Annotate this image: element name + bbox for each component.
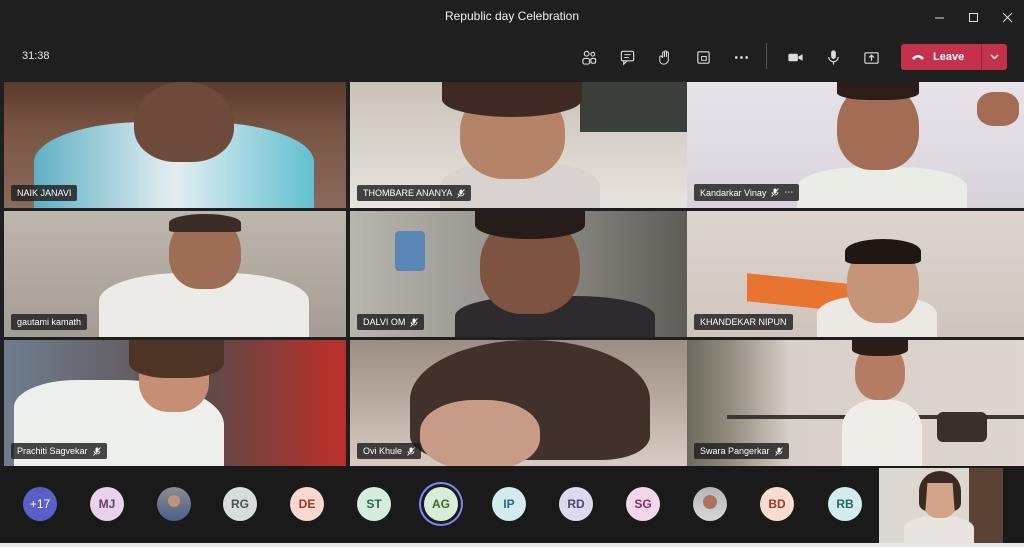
avatar[interactable]: DE (290, 487, 324, 521)
video-tile[interactable]: Kandarkar Vinay ⋯ (687, 82, 1024, 208)
avatar[interactable]: IP (492, 487, 526, 521)
video-tile[interactable]: NAIK JANAVI (4, 82, 346, 208)
video-tile[interactable]: THOMBARE ANANYA (350, 82, 692, 208)
avatar-photo[interactable] (693, 487, 727, 521)
breakout-rooms-icon (696, 50, 710, 64)
participant-name-tag: DALVI OM (357, 314, 425, 330)
participant-name-tag: KHANDEKAR NIPUN (694, 314, 793, 330)
participant-video (977, 92, 1019, 126)
participant-video (852, 340, 908, 356)
avatar[interactable]: ST (357, 487, 391, 521)
avatar-photo-face (703, 495, 717, 509)
participants-button[interactable] (570, 43, 608, 71)
avatar-active-speaker[interactable]: AG (424, 487, 458, 521)
rooms-button[interactable] (684, 43, 722, 71)
minimize-icon[interactable] (922, 0, 956, 34)
chat-icon (620, 50, 634, 65)
participant-video (129, 340, 224, 378)
self-view-video[interactable] (879, 468, 1003, 545)
meeting-toolbar: 31:38 Leave (0, 34, 1024, 80)
meeting-actions (570, 43, 760, 71)
muted-microphone-icon (457, 188, 466, 198)
camera-button[interactable] (776, 43, 814, 71)
participant-name-tag: Kandarkar Vinay ⋯ (694, 184, 800, 201)
microphone-icon (827, 49, 839, 65)
leave-main[interactable]: Leave (901, 44, 981, 70)
meeting-title: Republic day Celebration (444, 9, 580, 23)
participant-name-tag: Swara Pangerkar (694, 443, 789, 459)
video-tile[interactable]: gautami kamath (4, 211, 346, 337)
avatar[interactable]: RG (223, 487, 257, 521)
muted-microphone-icon (771, 188, 780, 197)
video-grid: NAIK JANAVI THOMBARE ANANYA Kandarkar Vi… (4, 82, 1024, 466)
muted-microphone-icon (774, 446, 783, 456)
muted-microphone-icon (407, 446, 415, 456)
participant-video (475, 211, 585, 239)
share-screen-icon (863, 51, 879, 64)
participant-video (837, 82, 919, 100)
avatar[interactable]: RD (559, 487, 593, 521)
leave-options-button[interactable] (982, 54, 1007, 60)
people-icon (581, 50, 596, 65)
more-actions-button[interactable] (722, 43, 760, 71)
avatar-photo-face (168, 495, 180, 507)
participant-video (420, 400, 540, 466)
participant-name-tag: Ovi Khule (357, 443, 422, 459)
toolbar-divider (766, 43, 767, 69)
participant-video (842, 400, 922, 466)
avatar[interactable]: BD (760, 487, 794, 521)
media-controls (776, 43, 890, 71)
maximize-icon[interactable] (956, 0, 990, 34)
participant-video (580, 82, 692, 132)
participant-name-tag: Prachiti Sagvekar (11, 443, 107, 459)
more-icon (734, 55, 748, 59)
participant-name-tag: NAIK JANAVI (11, 185, 78, 201)
close-icon[interactable] (990, 0, 1024, 34)
leave-label: Leave (933, 51, 965, 63)
participant-name-tag: THOMBARE ANANYA (357, 185, 472, 201)
participant-name-tag: gautami kamath (11, 314, 88, 330)
title-bar: Republic day Celebration (0, 0, 1024, 34)
avatar[interactable]: RB (828, 487, 862, 521)
microphone-button[interactable] (814, 43, 852, 71)
avatar[interactable]: MJ (90, 487, 124, 521)
chevron-down-icon (990, 54, 999, 60)
participant-video (797, 167, 967, 208)
meeting-timer: 31:38 (22, 50, 50, 62)
video-tile[interactable]: Prachiti Sagvekar (4, 340, 346, 466)
hand-icon (658, 49, 669, 65)
overflow-participants-badge[interactable]: +17 (23, 487, 57, 521)
camera-icon (787, 53, 803, 61)
participant-video (395, 231, 425, 271)
video-tile[interactable]: Ovi Khule (350, 340, 692, 466)
video-tile[interactable]: Swara Pangerkar (687, 340, 1024, 466)
window-bottom-edge (0, 543, 1024, 547)
more-options-icon[interactable]: ⋯ (784, 187, 793, 198)
participant-tray: +17 MJ RG DE ST AG IP RD SG BD RB (0, 466, 1024, 547)
muted-microphone-icon (410, 317, 419, 327)
chat-button[interactable] (608, 43, 646, 71)
leave-button[interactable]: Leave (901, 44, 1007, 70)
avatar[interactable]: SG (626, 487, 660, 521)
participant-video (442, 82, 582, 117)
hang-up-icon (912, 55, 924, 60)
self-view-person (904, 516, 974, 545)
participant-video (134, 82, 234, 162)
participant-video (937, 412, 987, 442)
participant-video (169, 214, 241, 232)
share-button[interactable] (852, 43, 890, 71)
video-tile[interactable]: KHANDEKAR NIPUN (687, 211, 1024, 337)
self-view-background (969, 468, 1003, 545)
raise-hand-button[interactable] (646, 43, 684, 71)
avatar-photo[interactable] (157, 487, 191, 521)
participant-video (845, 239, 921, 264)
window-controls (922, 0, 1024, 34)
muted-microphone-icon (92, 446, 101, 456)
video-tile[interactable]: DALVI OM (350, 211, 692, 337)
